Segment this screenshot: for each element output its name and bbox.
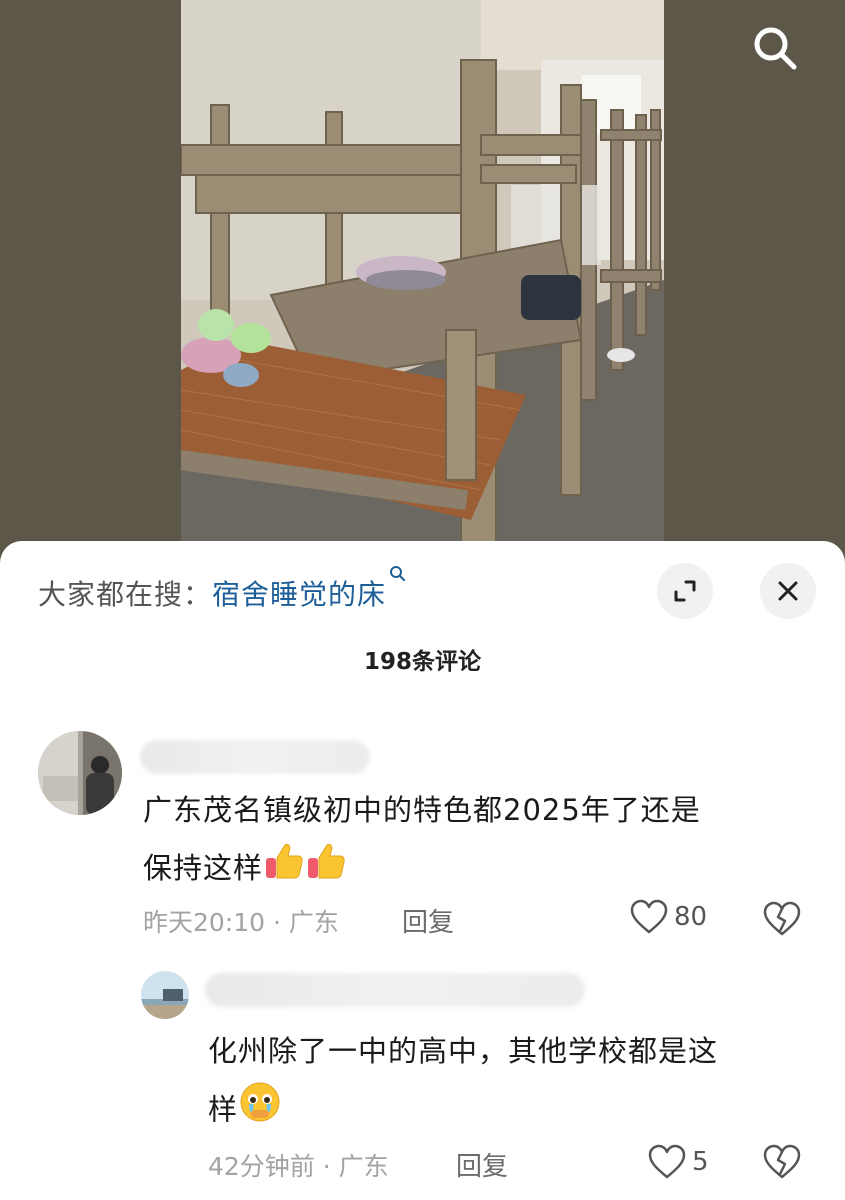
like-count: 5 xyxy=(692,1147,709,1177)
teary-face-emoji xyxy=(238,1080,282,1143)
comment-text: 化州除了一中的高中，其他学校都是这 样 xyxy=(208,1022,718,1143)
trending-search-prefix: 大家都在搜： xyxy=(38,578,213,611)
comment-timestamp-location: 昨天20:10 · 广东 xyxy=(143,908,339,937)
heart-icon xyxy=(648,1144,686,1179)
comment-timestamp-location: 42分钟前 · 广东 xyxy=(208,1152,389,1181)
reply-button[interactable]: 回复 xyxy=(402,902,454,939)
post-photo[interactable] xyxy=(181,0,664,545)
avatar[interactable] xyxy=(38,731,122,815)
broken-heart-icon xyxy=(763,901,801,936)
trending-search-term: 宿舍睡觉的床 xyxy=(212,578,387,611)
avatar-image xyxy=(141,971,189,1019)
close-icon xyxy=(778,581,798,601)
dislike-button[interactable] xyxy=(763,901,801,941)
avatar-image xyxy=(38,731,122,815)
username-redacted[interactable] xyxy=(205,973,585,1007)
comment-text-line: 样 xyxy=(208,1092,239,1127)
expand-icon xyxy=(674,580,696,602)
small-search-icon xyxy=(390,566,406,581)
like-button[interactable]: 80 xyxy=(630,899,707,935)
trending-search-row: 大家都在搜： 宿舍睡觉的床 xyxy=(38,566,407,615)
comment-count: 198条评论 xyxy=(363,649,481,675)
dormitory-bunk-beds-image xyxy=(181,0,664,545)
broken-heart-icon xyxy=(763,1144,801,1179)
like-button[interactable]: 5 xyxy=(648,1144,709,1180)
comment-text-line: 化州除了一中的高中，其他学校都是这 xyxy=(208,1034,719,1068)
heart-icon xyxy=(630,899,668,934)
comment-text-line: 保持这样 xyxy=(143,851,264,885)
trending-search-link[interactable]: 宿舍睡觉的床 xyxy=(212,566,407,613)
dislike-button[interactable] xyxy=(763,1144,801,1184)
thumbs-up-emoji xyxy=(305,840,347,901)
expand-button[interactable] xyxy=(657,563,713,619)
search-icon xyxy=(754,27,797,70)
thumbs-up-emoji xyxy=(263,840,305,901)
comments-sheet: 大家都在搜： 宿舍睡觉的床 198条评论 广东茂名镇级初中的特色都2025年了还… xyxy=(0,541,845,1200)
close-button[interactable] xyxy=(760,563,816,619)
comment-text-line: 广东茂名镇级初中的特色都2025年了还是 xyxy=(143,793,701,827)
reply-button[interactable]: 回复 xyxy=(456,1146,508,1183)
like-count: 80 xyxy=(674,902,708,932)
avatar[interactable] xyxy=(141,971,189,1019)
search-button[interactable] xyxy=(745,18,805,78)
username-redacted[interactable] xyxy=(140,740,370,774)
comment-text: 广东茂名镇级初中的特色都2025年了还是 保持这样 xyxy=(143,781,701,901)
